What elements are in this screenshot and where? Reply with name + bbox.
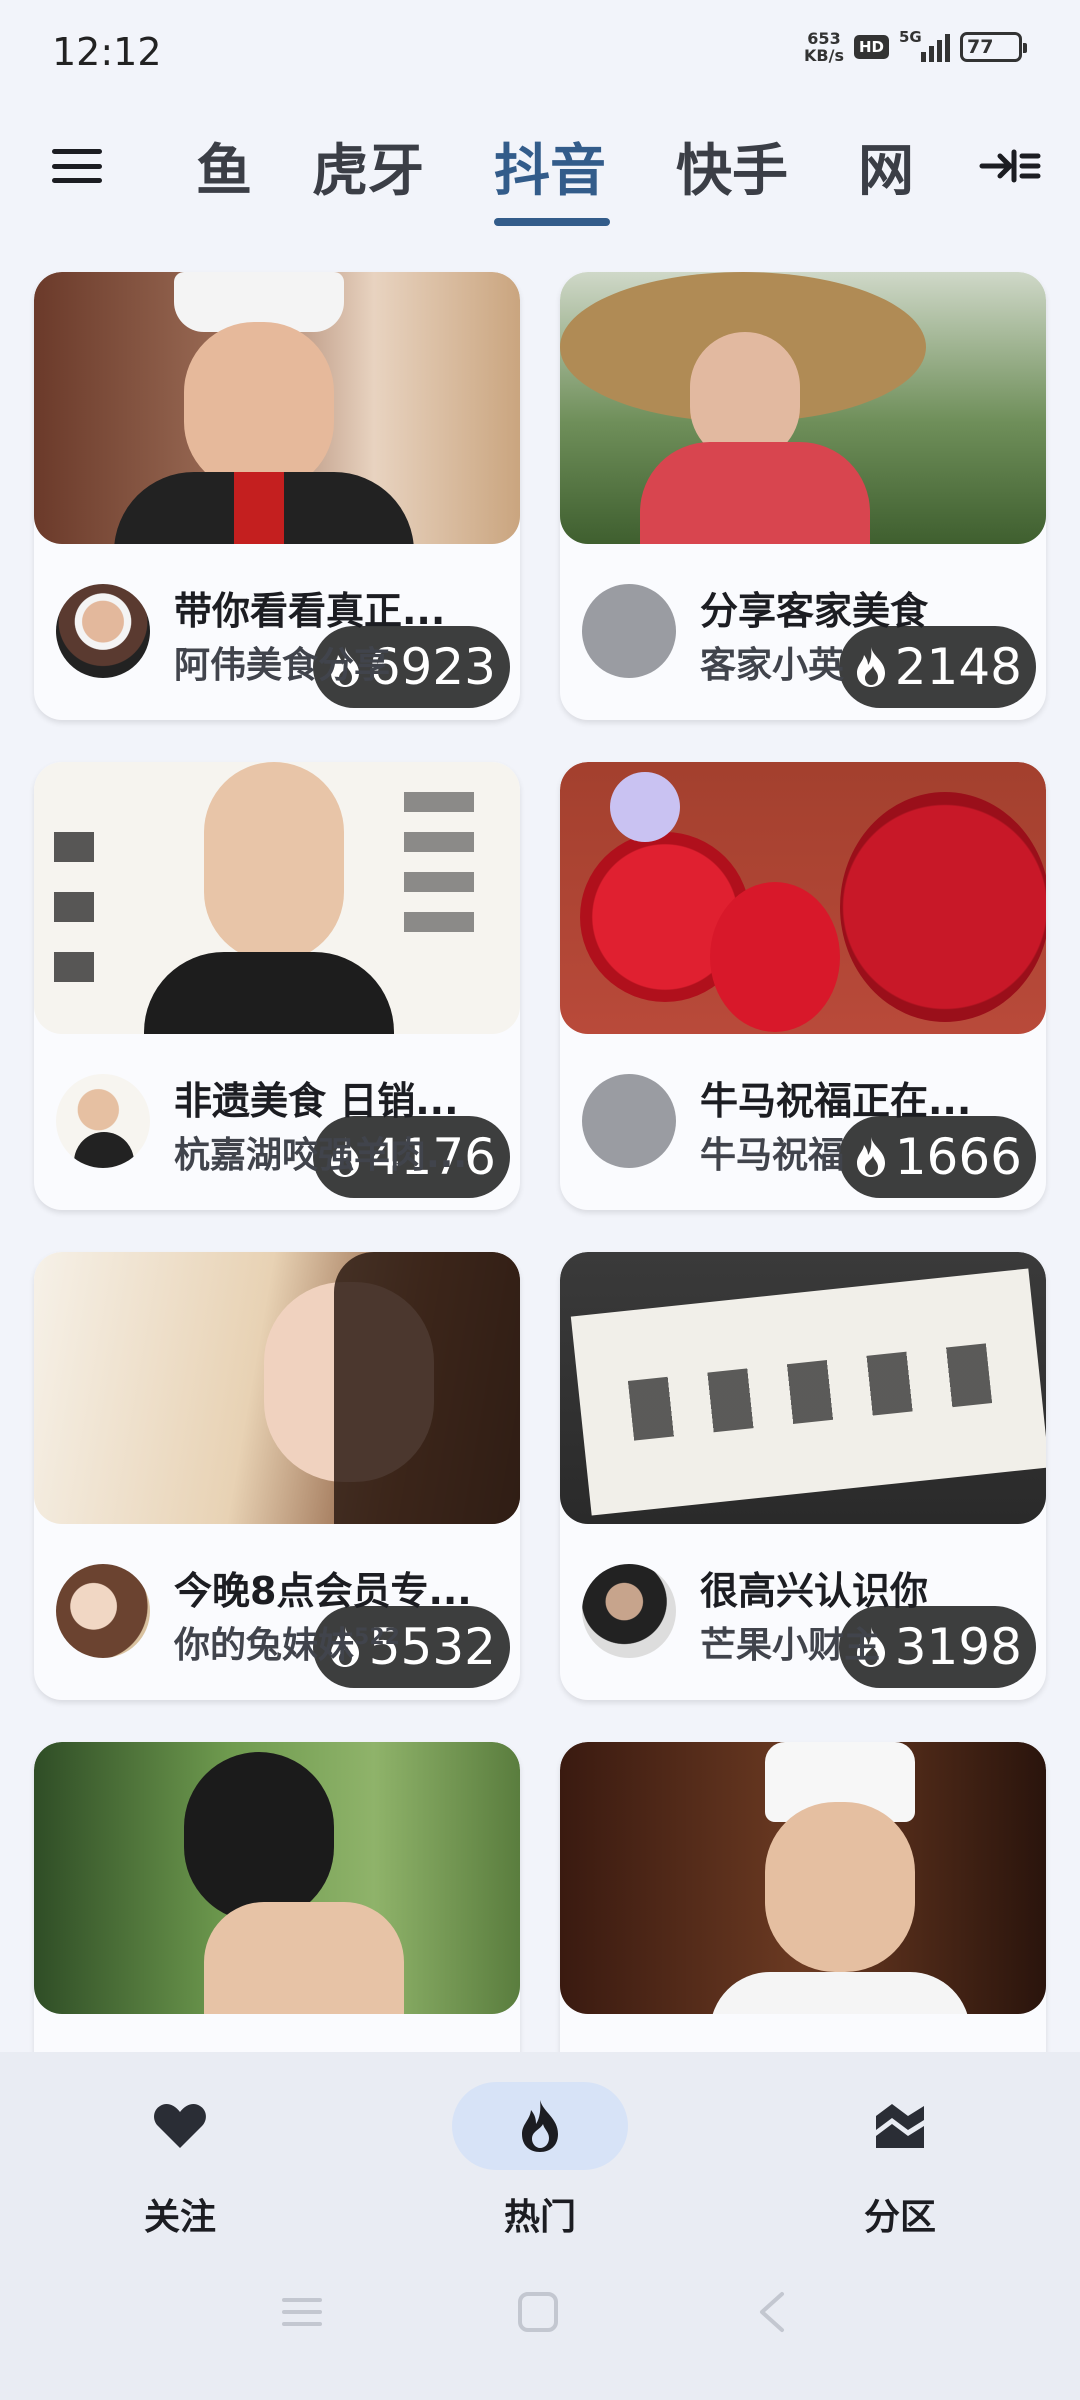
tab-douyu[interactable]: 鱼	[196, 126, 252, 207]
status-time: 12:12	[52, 30, 162, 74]
stream-thumbnail	[34, 272, 520, 544]
avatar-placeholder	[582, 1074, 676, 1168]
stream-thumbnail	[34, 1742, 520, 2014]
stream-title: 带你看看真正...	[174, 589, 446, 633]
avatar-placeholder	[582, 584, 676, 678]
network-speed-value: 653	[807, 29, 841, 48]
stream-card[interactable]: 5532 今晚8点会员专... 你的兔妹妹522	[34, 1252, 520, 1700]
network-speed-unit: KB/s	[804, 46, 844, 65]
signal-icon: 5G	[899, 28, 950, 62]
back-icon[interactable]	[752, 2290, 792, 2334]
status-icons: 653 KB/s HD 5G 77	[804, 28, 1027, 64]
stream-thumbnail	[560, 762, 1046, 1034]
layers-icon	[876, 2104, 924, 2148]
stream-title: 分享客家美食	[700, 589, 929, 633]
stream-title: 很高兴认识你	[700, 1569, 929, 1613]
nav-category-label: 分区	[863, 2197, 936, 2238]
nav-follow-label: 关注	[143, 2197, 216, 2238]
stream-card[interactable]: 2148 分享客家美食 客家小英	[560, 272, 1046, 720]
flame-icon	[522, 2100, 558, 2152]
nav-hot-label: 热门	[503, 2197, 576, 2238]
stream-title: 牛马祝福正在...	[700, 1079, 972, 1123]
tab-douyin[interactable]: 抖音	[494, 126, 606, 207]
platform-tab-bar: 鱼 虎牙 抖音 快手 网	[0, 110, 1080, 240]
recent-apps-icon[interactable]	[280, 2292, 324, 2332]
stream-thumbnail	[34, 762, 520, 1034]
battery-level: 77	[967, 36, 994, 58]
nav-hot[interactable]: 热门	[452, 2082, 632, 2252]
nav-category[interactable]: 分区	[812, 2082, 992, 2252]
streamer-name-text: 你的兔妹妹	[174, 1625, 355, 1666]
status-bar: 12:12 653 KB/s HD 5G 77	[0, 0, 1080, 110]
tab-kuaishou[interactable]: 快手	[676, 126, 788, 207]
bottom-nav: 关注 热门 分区	[0, 2052, 1080, 2400]
stream-title: 非遗美食 日销...	[174, 1079, 459, 1123]
stream-card[interactable]: 3198 很高兴认识你 芒果小财主	[560, 1252, 1046, 1700]
stream-thumbnail	[560, 272, 1046, 544]
stream-thumbnail	[560, 1252, 1046, 1524]
stream-card[interactable]: 6923 带你看看真正... 阿伟美食分享	[34, 272, 520, 720]
streamer-name: 牛马祝福	[700, 1135, 845, 1176]
streamer-name: 杭嘉湖咬强羊肉...	[174, 1135, 468, 1176]
streamer-name: 芒果小财主	[700, 1625, 881, 1666]
home-icon[interactable]	[516, 2290, 560, 2334]
network-speed: 653 KB/s	[804, 30, 844, 64]
streamer-level: 522	[354, 1625, 400, 1650]
avatar	[56, 584, 150, 678]
streamer-name: 客家小英	[700, 645, 845, 686]
tab-huya[interactable]: 虎牙	[312, 126, 424, 207]
heart-icon	[154, 2104, 206, 2148]
stream-card[interactable]: 1666 牛马祝福正在... 牛马祝福	[560, 762, 1046, 1210]
network-type: 5G	[899, 28, 922, 46]
tab-wang[interactable]: 网	[858, 126, 914, 207]
streamer-name: 你的兔妹妹522	[174, 1616, 494, 1668]
menu-icon[interactable]	[50, 144, 104, 188]
streamer-name: 阿伟美食分享	[174, 645, 391, 686]
stream-thumbnail	[560, 1742, 1046, 2014]
avatar	[56, 1074, 150, 1168]
active-tab-indicator	[494, 218, 610, 226]
expand-tabs-icon[interactable]	[978, 144, 1042, 188]
avatar	[56, 1564, 150, 1658]
stream-title: 今晚8点会员专...	[174, 1569, 472, 1613]
nav-follow[interactable]: 关注	[92, 2082, 272, 2252]
battery-icon: 77	[960, 32, 1027, 62]
stream-thumbnail	[34, 1252, 520, 1524]
stream-card[interactable]: 4176 非遗美食 日销... 杭嘉湖咬强羊肉...	[34, 762, 520, 1210]
hd-badge: HD	[853, 35, 889, 59]
avatar	[582, 1564, 676, 1658]
